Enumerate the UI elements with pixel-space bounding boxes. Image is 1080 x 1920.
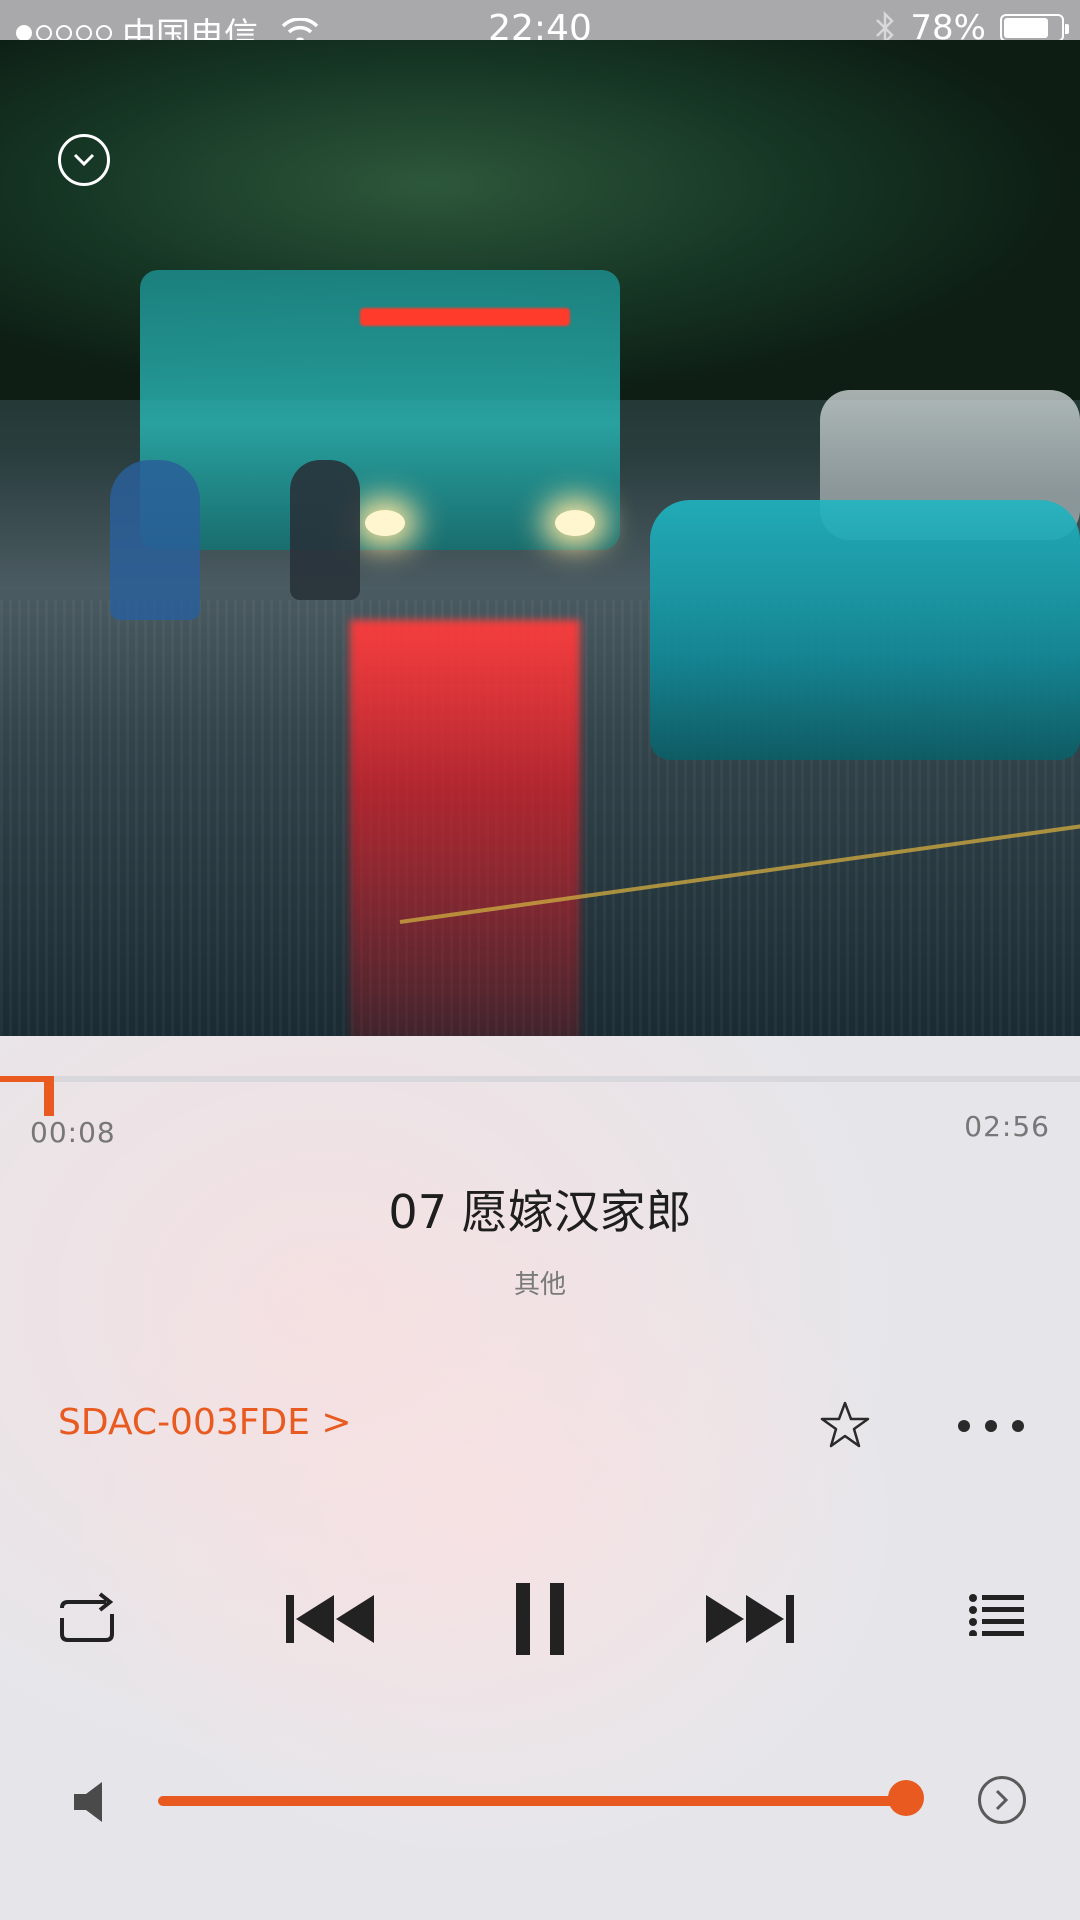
playback-controls bbox=[0, 1576, 1080, 1696]
track-title: 07 愿嫁汉家郎 bbox=[388, 1185, 692, 1239]
playlist-icon bbox=[969, 1594, 1024, 1636]
player-panel: 00:08 02:56 07 愿嫁汉家郎 其他 SDAC-003FDE > bbox=[0, 1036, 1080, 1920]
pause-button[interactable] bbox=[510, 1576, 570, 1662]
playlist-button[interactable] bbox=[968, 1590, 1026, 1638]
more-button[interactable] bbox=[958, 1406, 1024, 1446]
album-art bbox=[0, 40, 1080, 1036]
collapse-player-button[interactable] bbox=[58, 134, 110, 186]
repeat-icon bbox=[60, 1592, 114, 1642]
chevron-right-icon bbox=[995, 1789, 1009, 1811]
progress-track[interactable] bbox=[0, 1076, 1080, 1082]
favorite-button[interactable] bbox=[818, 1398, 872, 1452]
total-time: 02:56 bbox=[964, 1110, 1050, 1143]
speaker-icon bbox=[74, 1782, 102, 1822]
track-artist: 其他 bbox=[513, 1270, 566, 1300]
previous-track-button[interactable] bbox=[284, 1588, 376, 1650]
volume-control bbox=[0, 1776, 1080, 1856]
current-time: 00:08 bbox=[30, 1116, 116, 1149]
volume-slider-track[interactable] bbox=[158, 1796, 904, 1806]
skip-previous-icon bbox=[286, 1595, 374, 1643]
star-icon bbox=[820, 1401, 870, 1448]
battery-icon bbox=[1000, 14, 1069, 42]
progress-fill bbox=[0, 1076, 49, 1082]
repeat-button[interactable] bbox=[52, 1588, 122, 1648]
pause-icon bbox=[516, 1583, 564, 1655]
chevron-down-icon bbox=[73, 153, 95, 167]
device-link[interactable]: SDAC-003FDE > bbox=[58, 1402, 352, 1443]
progress-handle[interactable] bbox=[44, 1076, 54, 1116]
skip-next-icon bbox=[706, 1595, 794, 1643]
more-dots-icon bbox=[958, 1420, 970, 1432]
next-track-button[interactable] bbox=[704, 1588, 796, 1650]
output-device-button[interactable] bbox=[978, 1776, 1026, 1824]
volume-slider-handle[interactable] bbox=[888, 1780, 924, 1816]
